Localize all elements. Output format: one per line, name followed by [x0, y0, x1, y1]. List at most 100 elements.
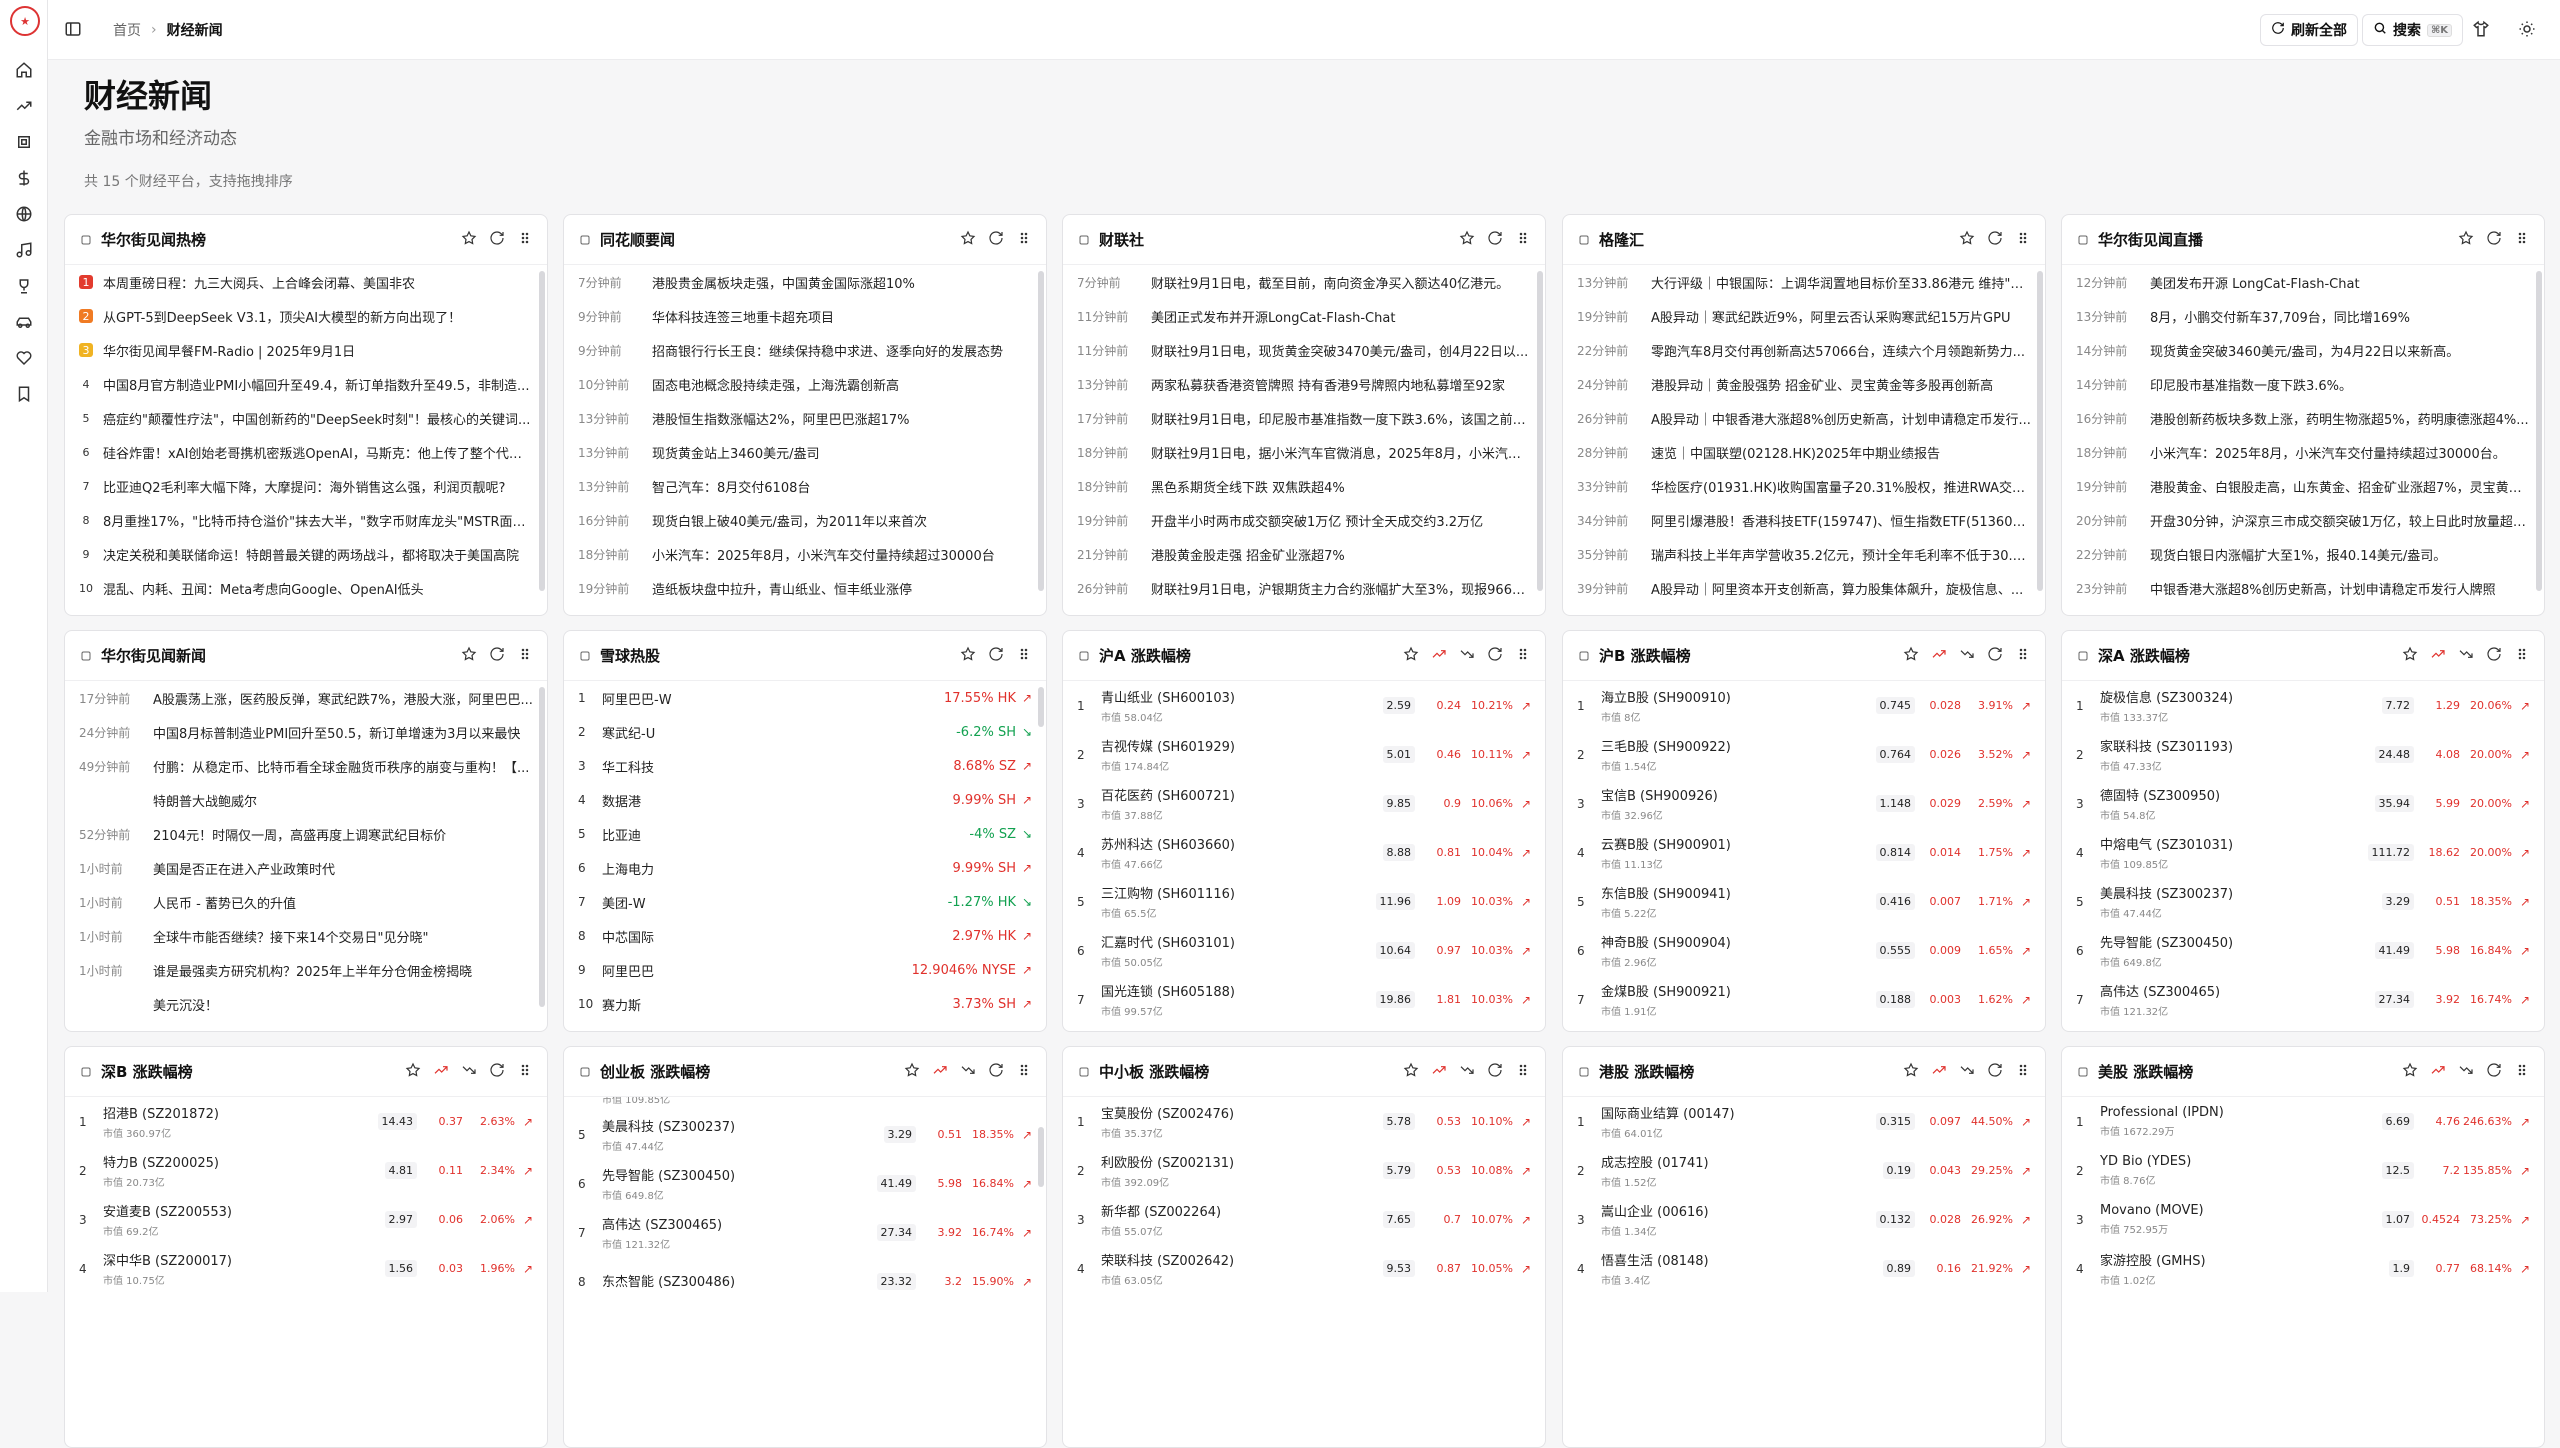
news-item[interactable]: 6 硅谷炸雷！xAI创始老哥携机密叛逃OpenAI，马斯克：他上传了整个代码库 [65, 435, 547, 469]
stock-row[interactable]: 8 东杰智能 (SZ300486) 23.32 3.2 15.90% ↗ [564, 1257, 1046, 1306]
news-item[interactable]: 33分钟前 华检医疗(01931.HK)收购国富量子20.31%股权，推进RWA交… [1563, 469, 2045, 503]
stock-row[interactable]: 2 利欧股份 (SZ002131) 市值 392.09亿 5.79 0.53 10.08%… [1063, 1146, 1545, 1195]
stock-row[interactable]: 5 东信B股 (SH900941) 市值 5.22亿 0.416 0.007 1.71% ↗ [1563, 877, 2045, 926]
news-item[interactable]: 13分钟前 8月，小鹏交付新车37,709台，同比增169% [2062, 299, 2544, 333]
stock-row[interactable]: 4 中熔电气 (SZ301031) 市值 109.85亿 111.72 18.62 20.… [2062, 828, 2544, 877]
scrollbar[interactable] [1038, 1127, 1044, 1187]
news-item[interactable]: 19分钟前 A股异动｜寒武纪跌近9%，阿里云否认采购寒武纪15万片GPU [1563, 299, 2045, 333]
stock-row[interactable]: 1 青山纸业 (SH600103) 市值 58.04亿 2.59 0.24 10.21% ↗ [1063, 681, 1545, 730]
news-item[interactable]: 24分钟前 中国8月标普制造业PMI回升至50.5，新订单增速为3月以来最快 [65, 715, 547, 749]
stock-row[interactable]: 4 家游控股 (GMHS) 市值 1.02亿 1.9 0.77 68.14% ↗ [2062, 1244, 2544, 1293]
news-item[interactable]: 20分钟前 开盘30分钟，沪深京三市成交额突破1万亿，较上日此时放量超5... [2062, 503, 2544, 537]
hot-stock-row[interactable]: 8 中芯国际 2.97% HK ↗ [564, 919, 1046, 953]
stock-row[interactable]: 1 旋极信息 (SZ300324) 市值 133.37亿 7.72 1.29 20.06%… [2062, 681, 2544, 730]
drag-handle-icon[interactable] [2514, 646, 2530, 666]
refresh-all-button[interactable]: 刷新全部 [2260, 14, 2358, 46]
stock-row[interactable]: 7 高伟达 (SZ300465) 市值 121.32亿 27.34 3.92 16.74%… [2062, 975, 2544, 1024]
news-item[interactable]: 13分钟前 两家私募获香港资管牌照 持有香港9号牌照内地私募增至92家 [1063, 367, 1545, 401]
stock-row[interactable]: 4 云赛B股 (SH900901) 市值 11.13亿 0.814 0.014 1.75%… [1563, 828, 2045, 877]
sort-down-icon[interactable] [2458, 1062, 2474, 1082]
news-item[interactable]: 13分钟前 港股恒生指数涨幅达2%，阿里巴巴涨超17% [564, 401, 1046, 435]
refresh-icon[interactable] [988, 646, 1004, 666]
sort-down-icon[interactable] [1459, 646, 1475, 666]
sort-up-icon[interactable] [1431, 646, 1447, 666]
scrollbar[interactable] [1038, 271, 1044, 591]
star-icon[interactable] [904, 1062, 920, 1082]
refresh-icon[interactable] [1987, 230, 2003, 250]
stock-row[interactable]: 2 特力B (SZ200025) 市值 20.73亿 4.81 0.11 2.34% ↗ [65, 1146, 547, 1195]
stock-row[interactable]: 3 宝信B (SH900926) 市值 32.96亿 1.148 0.029 2.59% ↗ [1563, 779, 2045, 828]
stock-row[interactable]: 5 美晨科技 (SZ300237) 市值 47.44亿 3.29 0.51 18.35% ↗ [564, 1110, 1046, 1159]
stock-row[interactable]: 6 汇嘉时代 (SH603101) 市值 50.05亿 10.64 0.97 10.03%… [1063, 926, 1545, 975]
stock-row[interactable]: 1 海立B股 (SH900910) 市值 8亿 0.745 0.028 3.91% ↗ [1563, 681, 2045, 730]
star-icon[interactable] [1903, 1062, 1919, 1082]
drag-handle-icon[interactable] [2514, 230, 2530, 250]
news-item[interactable]: 21分钟前 港股黄金股走强 招金矿业涨超7% [1063, 537, 1545, 571]
news-item[interactable]: 14分钟前 现货黄金突破3460美元/盎司，为4月22日以来新高。 [2062, 333, 2544, 367]
hot-stock-row[interactable]: 9 阿里巴巴 12.9046% NYSE ↗ [564, 953, 1046, 987]
sort-up-icon[interactable] [433, 1062, 449, 1082]
star-icon[interactable] [960, 646, 976, 666]
star-icon[interactable] [461, 646, 477, 666]
news-item[interactable]: 19分钟前 造纸板块盘中拉升，青山纸业、恒丰纸业涨停 [564, 571, 1046, 605]
news-item[interactable]: 23分钟前 中银香港大涨超8%创历史新高，计划申请稳定币发行人牌照 [2062, 571, 2544, 605]
news-item[interactable]: 18分钟前 财联社9月1日电，据小米汽车官微消息，2025年8月，小米汽车... [1063, 435, 1545, 469]
card-header[interactable]: 深A 涨跌幅榜 [2062, 631, 2544, 681]
card-header[interactable]: 华尔街见闻直播 [2062, 215, 2544, 265]
stock-row[interactable]: 2 成志控股 (01741) 市值 1.52亿 0.19 0.043 29.25% ↗ [1563, 1146, 2045, 1195]
news-item[interactable]: 8 8月重挫17%，"比特币持仓溢价"抹去大半，"数字币财库龙头"MSTR面临..… [65, 503, 547, 537]
refresh-icon[interactable] [988, 230, 1004, 250]
news-item[interactable]: 17分钟前 A股震荡上涨，医药股反弹，寒武纪跌7%，港股大涨，阿里巴巴... [65, 681, 547, 715]
trending-icon[interactable] [14, 96, 34, 116]
sidebar-toggle-icon[interactable] [64, 20, 84, 40]
news-item[interactable]: 7 比亚迪Q2毛利率大幅下降，大摩提问：海外销售这么强，利润页靓呢? [65, 469, 547, 503]
news-item[interactable]: 11分钟前 美团正式发布并开源LongCat-Flash-Chat [1063, 299, 1545, 333]
scrollbar[interactable] [2037, 271, 2043, 591]
news-item[interactable]: 26分钟前 财联社9月1日电，沪银期货主力合约涨幅扩大至3%，现报9667... [1063, 571, 1545, 605]
star-icon[interactable] [1903, 646, 1919, 666]
news-item[interactable]: 12分钟前 美团发布开源 LongCat-Flash-Chat [2062, 265, 2544, 299]
card-header[interactable]: 同花顺要闻 [564, 215, 1046, 265]
scrollbar[interactable] [539, 271, 545, 591]
star-icon[interactable] [1403, 646, 1419, 666]
news-item[interactable]: 13分钟前 大行评级｜中银国际：上调华润置地目标价至33.86港元 维持"买... [1563, 265, 2045, 299]
star-icon[interactable] [2402, 646, 2418, 666]
news-item[interactable]: 18分钟前 小米汽车：2025年8月，小米汽车交付量持续超过30000台。 [2062, 435, 2544, 469]
hot-stock-row[interactable]: 6 上海电力 9.99% SH ↗ [564, 851, 1046, 885]
sort-down-icon[interactable] [1459, 1062, 1475, 1082]
hot-stock-row[interactable]: 2 寒武纪-U -6.2% SH ↘ [564, 715, 1046, 749]
news-item[interactable]: 7分钟前 港股贵金属板块走强，中国黄金国际涨超10% [564, 265, 1046, 299]
news-item[interactable]: 1小时前 谁是最强卖方研究机构？2025年上半年分仓佣金榜揭晓 [65, 953, 547, 987]
stock-row[interactable]: 7 国光连锁 (SH605188) 市值 99.57亿 19.86 1.81 10.03%… [1063, 975, 1545, 1024]
news-item[interactable]: 22分钟前 零跑汽车8月交付再创新高达57066台，连续六个月领跑新势力... [1563, 333, 2045, 367]
card-header[interactable]: 格隆汇 [1563, 215, 2045, 265]
drag-handle-icon[interactable] [1016, 646, 1032, 666]
sort-up-icon[interactable] [1931, 646, 1947, 666]
stock-row[interactable]: 4 荣联科技 (SZ002642) 市值 63.05亿 9.53 0.87 10.05% ↗ [1063, 1244, 1545, 1293]
card-header[interactable]: 雪球热股 [564, 631, 1046, 681]
cpu-icon[interactable] [14, 132, 34, 152]
heart-icon[interactable] [14, 348, 34, 368]
news-item[interactable]: 13分钟前 智己汽车：8月交付6108台 [564, 469, 1046, 503]
sort-up-icon[interactable] [1431, 1062, 1447, 1082]
hot-stock-row[interactable]: 11通富微电2.93% SZ↗ [564, 1021, 1046, 1032]
stock-row[interactable]: 1 国际商业结算 (00147) 市值 64.01亿 0.315 0.097 44.50%… [1563, 1097, 2045, 1146]
news-item[interactable]: 5 癌症约"颠覆性疗法"，中国创新药的"DeepSeek时刻"！最核心的关键词..… [65, 401, 547, 435]
drag-handle-icon[interactable] [517, 1062, 533, 1082]
drag-handle-icon[interactable] [2015, 1062, 2031, 1082]
drag-handle-icon[interactable] [2015, 230, 2031, 250]
card-header[interactable]: 财联社 [1063, 215, 1545, 265]
star-icon[interactable] [2402, 1062, 2418, 1082]
star-icon[interactable] [2458, 230, 2474, 250]
star-icon[interactable] [1403, 1062, 1419, 1082]
refresh-icon[interactable] [489, 230, 505, 250]
stock-row[interactable]: 7 金煤B股 (SH900921) 市值 1.91亿 0.188 0.003 1.62% ↗ [1563, 975, 2045, 1024]
drag-handle-icon[interactable] [1016, 230, 1032, 250]
drag-handle-icon[interactable] [1515, 1062, 1531, 1082]
refresh-icon[interactable] [1987, 646, 2003, 666]
stock-row[interactable]: 4 悟喜生活 (08148) 市值 3.4亿 0.89 0.16 21.92% ↗ [1563, 1244, 2045, 1293]
news-item[interactable]: 28分钟前 速览｜中国联塑(02128.HK)2025年中期业绩报告 [1563, 435, 2045, 469]
news-item[interactable]: 16分钟前 现货白银上破40美元/盎司，为2011年以来首次 [564, 503, 1046, 537]
news-item[interactable]: 22分钟前 现货白银日内涨幅扩大至1%，报40.14美元/盎司。 [2062, 537, 2544, 571]
news-item[interactable]: 1小时前 人民币 - 蓄势已久的升值 [65, 885, 547, 919]
